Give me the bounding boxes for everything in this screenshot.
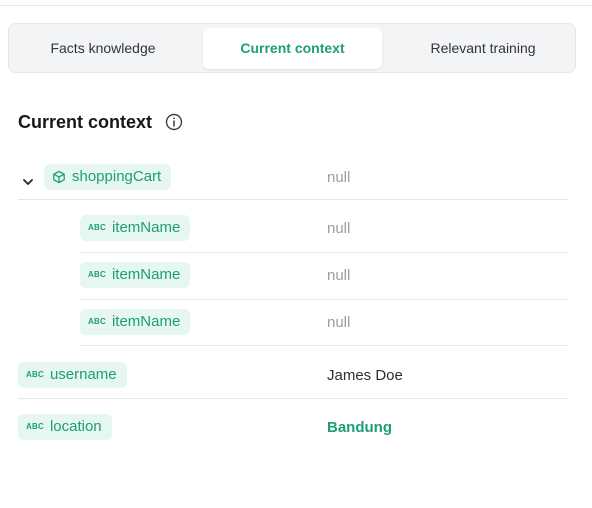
text-type-icon: ABC [88,317,106,326]
tab-current-context[interactable]: Current context [203,28,382,69]
section-title: Current context [18,112,153,132]
field-name: shoppingCart [72,168,162,185]
field-name: username [49,366,117,383]
tree-row-shopping-cart: shoppingCart null [18,163,568,200]
field-name: itemName [111,266,181,283]
tree-row-username: ABC username James Doe [18,347,568,399]
field-value: null [327,169,351,186]
text-type-icon: ABC [88,223,106,232]
section-heading: Current context [18,110,183,134]
field-chip-item-name[interactable]: ABC itemName [80,215,191,241]
tab-relevant-training[interactable]: Relevant training [393,28,573,69]
tab-bar: Facts knowledge Current context Relevant… [8,23,576,73]
text-type-icon: ABC [26,370,44,379]
list-item: ABC itemName null [80,253,568,300]
field-value: James Doe [327,367,403,384]
field-chip-item-name[interactable]: ABC itemName [80,262,191,288]
nested-items: ABC itemName null ABC itemName null ABC … [18,200,568,346]
field-name: location [49,418,102,435]
field-chip-username[interactable]: ABC username [18,362,127,388]
field-value: Bandung [327,419,392,436]
chevron-down-icon[interactable] [22,175,34,187]
field-value: null [327,267,351,284]
text-type-icon: ABC [88,270,106,279]
info-icon[interactable] [165,113,183,131]
cube-icon [52,170,66,184]
field-chip-item-name[interactable]: ABC itemName [80,309,191,335]
tab-facts-knowledge[interactable]: Facts knowledge [15,28,191,69]
text-type-icon: ABC [26,422,44,431]
field-name: itemName [111,313,181,330]
field-chip-shopping-cart[interactable]: shoppingCart [44,164,172,190]
tree-row-location: ABC location Bandung [18,399,568,451]
field-name: itemName [111,219,181,236]
field-value: null [327,314,351,331]
field-chip-location[interactable]: ABC location [18,414,112,440]
top-divider [0,5,592,6]
list-item: ABC itemName null [80,300,568,346]
field-value: null [327,220,351,237]
list-item: ABC itemName null [80,200,568,253]
